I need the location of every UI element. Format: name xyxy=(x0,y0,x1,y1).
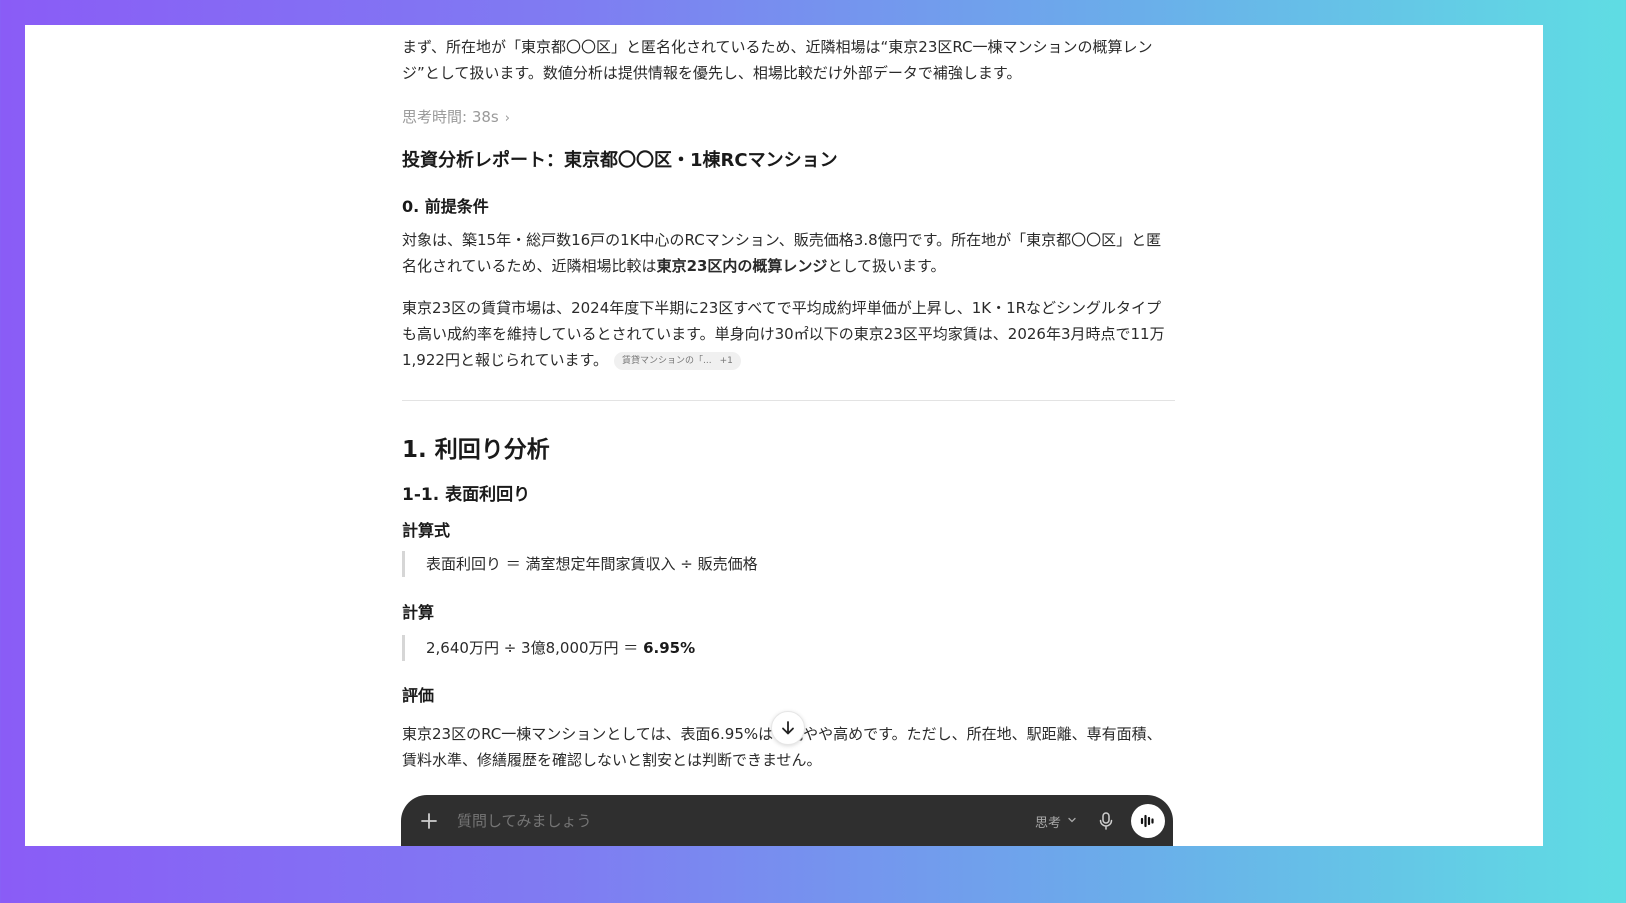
plus-icon[interactable] xyxy=(419,811,439,831)
formula-label: 計算式 xyxy=(402,521,451,540)
mic-icon[interactable] xyxy=(1097,812,1115,830)
message-input[interactable] xyxy=(455,811,1035,831)
chat-window: まず、所在地が「東京都〇〇区」と匿名化されているため、近隣相場は“東京23区RC… xyxy=(25,25,1543,846)
calc-result: 6.95% xyxy=(643,639,696,657)
eval-label: 評価 xyxy=(402,686,435,705)
section-divider xyxy=(402,400,1175,401)
premise-text-bold: 東京23区内の概算レンジ xyxy=(656,257,828,275)
calc-quote: 2,640万円 ÷ 3億8,000万円 ＝ 6.95% xyxy=(402,635,695,661)
thinking-label: 思考時間: 38s xyxy=(402,108,499,126)
report-title: 投資分析レポート：東京都〇〇区・1棟RCマンション xyxy=(402,150,838,171)
formula-quote: 表面利回り ＝ 満室想定年間家賃収入 ÷ 販売価格 xyxy=(402,551,758,577)
section1-heading: 1. 利回り分析 xyxy=(402,437,550,463)
surface-yield-heading: 1-1. 表面利回り xyxy=(402,485,531,505)
mode-selector[interactable]: 思考 xyxy=(1035,812,1077,831)
thinking-time-toggle[interactable]: 思考時間: 38s › xyxy=(402,106,510,127)
market-text: 東京23区の賃貸市場は、2024年度下半期に23区すべてで平均成約坪単価が上昇し… xyxy=(402,299,1165,369)
calc-label: 計算 xyxy=(402,603,435,622)
section0-heading: 0. 前提条件 xyxy=(402,197,489,216)
citation-label: 賃貸マンションの「... xyxy=(622,355,712,366)
arrow-down-icon xyxy=(780,720,796,736)
chevron-right-icon: › xyxy=(504,111,510,126)
chevron-down-icon xyxy=(1067,814,1077,829)
calc-expression: 2,640万円 ÷ 3億8,000万円 ＝ xyxy=(426,639,644,657)
scroll-to-bottom-button[interactable] xyxy=(771,711,805,745)
premise-paragraph-1: 対象は、築15年・総戸数16戸の1K中心のRCマンション、販売価格3.8億円です… xyxy=(402,227,1175,279)
mode-label: 思考 xyxy=(1034,815,1061,831)
citation-more: +1 xyxy=(719,355,733,366)
premise-paragraph-2: 東京23区の賃貸市場は、2024年度下半期に23区すべてで平均成約坪単価が上昇し… xyxy=(402,295,1175,373)
citation-chip[interactable]: 賃貸マンションの「... +1 xyxy=(614,351,741,370)
message-composer: 思考 xyxy=(401,795,1173,846)
premise-text-b: として扱います。 xyxy=(827,257,946,275)
voice-wave-icon[interactable] xyxy=(1131,804,1165,838)
intro-paragraph: まず、所在地が「東京都〇〇区」と匿名化されているため、近隣相場は“東京23区RC… xyxy=(402,38,1153,82)
